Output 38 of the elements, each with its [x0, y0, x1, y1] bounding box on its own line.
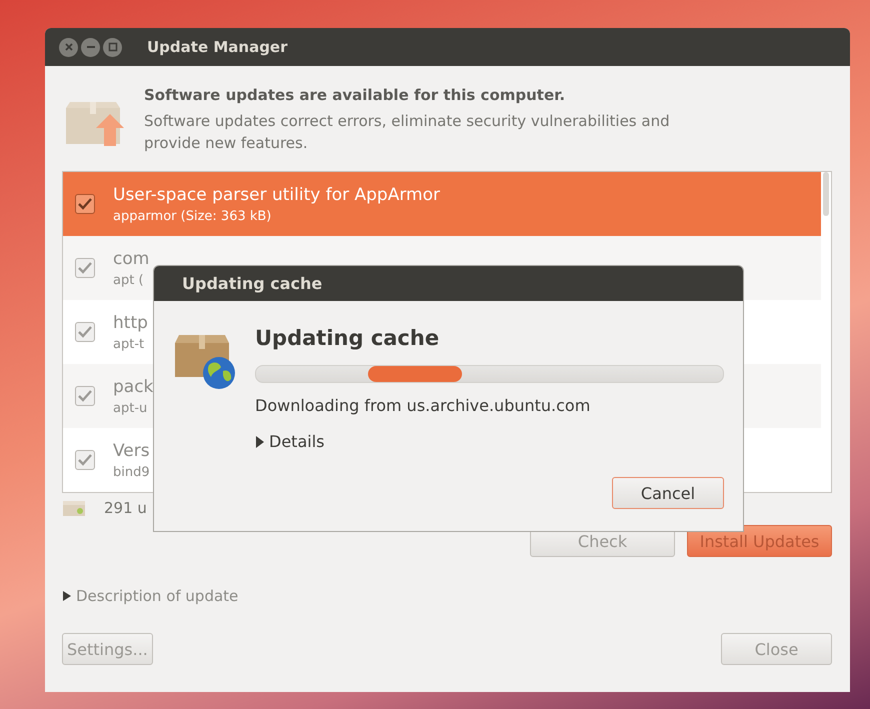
details-label: Details: [269, 432, 324, 451]
update-name: User-space parser utility for AppArmor: [113, 184, 440, 204]
expander-arrow-icon: [62, 590, 72, 602]
update-detail: bind9: [113, 464, 150, 480]
update-name: http: [113, 312, 148, 332]
description-label: Description of update: [76, 587, 238, 605]
details-expander[interactable]: Details: [255, 432, 335, 451]
update-detail: apparmor (Size: 363 kB): [113, 208, 272, 224]
status-text: 291 u: [104, 499, 147, 517]
close-icon[interactable]: [59, 38, 78, 56]
checkbox[interactable]: [75, 322, 95, 342]
download-status: Downloading from us.archive.ubuntu.com: [255, 396, 592, 415]
update-name: Vers: [113, 440, 150, 460]
header-title: Software updates are available for this computer.: [144, 86, 566, 104]
maximize-icon[interactable]: [103, 38, 122, 56]
description-expander[interactable]: Description of update: [62, 585, 282, 607]
window-title: Update Manager: [147, 38, 288, 56]
checkbox[interactable]: [75, 386, 95, 406]
update-name: com: [113, 248, 150, 268]
update-detail: apt-t: [113, 336, 146, 352]
dialog-heading: Updating cache: [255, 326, 440, 350]
package-icon: [62, 499, 86, 517]
minimize-icon[interactable]: [81, 38, 100, 56]
close-button[interactable]: Close: [721, 633, 832, 665]
settings-button[interactable]: Settings...: [62, 633, 153, 665]
expander-arrow-icon: [255, 434, 265, 448]
cancel-button[interactable]: Cancel: [612, 477, 724, 509]
scrollbar[interactable]: [823, 172, 829, 216]
update-detail: apt-u: [113, 400, 148, 416]
checkbox[interactable]: [75, 258, 95, 278]
update-detail: apt (: [113, 272, 145, 288]
dialog-title: Updating cache: [182, 274, 322, 293]
checkbox[interactable]: [75, 194, 95, 214]
install-updates-button[interactable]: Install Updates: [687, 525, 832, 557]
update-name: pack: [113, 376, 154, 396]
checkbox[interactable]: [75, 450, 95, 470]
update-row[interactable]: User-space parser utility for AppArmor apparmor (Size: 363 kB): [63, 172, 821, 236]
header-description: Software updates correct errors, eliminate security vulnerabilities and provide new features.: [144, 111, 671, 154]
